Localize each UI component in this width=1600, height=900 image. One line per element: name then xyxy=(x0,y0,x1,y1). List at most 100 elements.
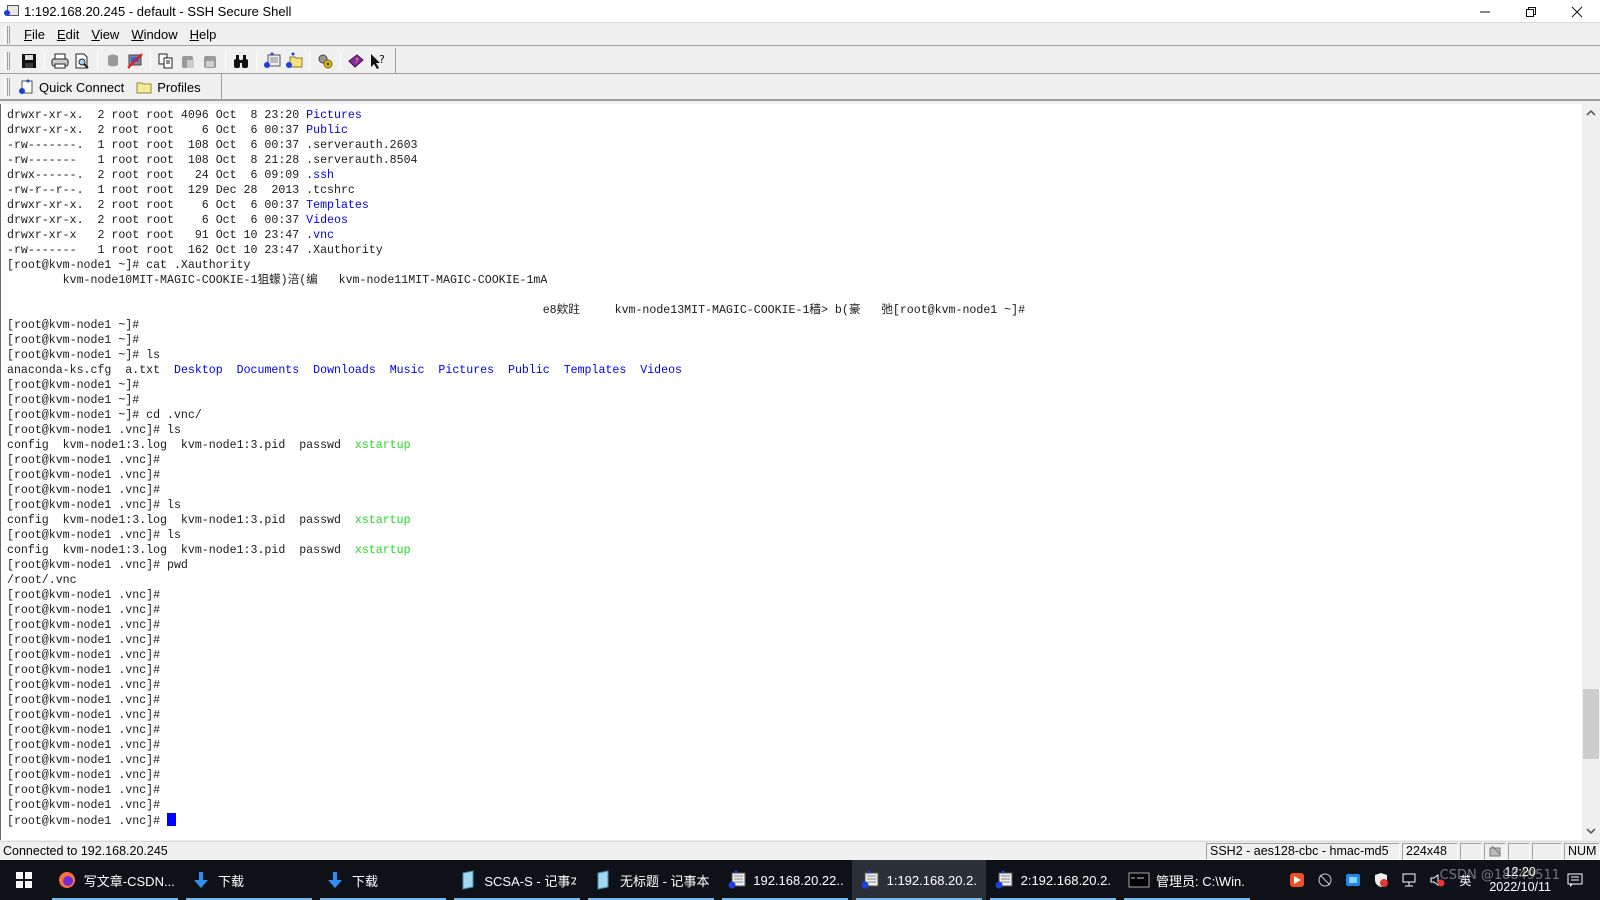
settings-button[interactable] xyxy=(314,50,336,72)
context-help-button[interactable]: ? xyxy=(367,50,389,72)
firewall-warning-icon[interactable] xyxy=(1370,869,1392,891)
minimize-button[interactable] xyxy=(1462,0,1508,23)
notifications-button[interactable] xyxy=(1564,869,1586,891)
terminal-blue-text: Documents xyxy=(236,364,300,377)
paste-button[interactable] xyxy=(177,50,199,72)
taskbar-item[interactable]: 无标题 - 记事本 xyxy=(584,860,718,900)
restore-button[interactable] xyxy=(1508,0,1554,23)
terminal-line: [root@kvm-node1 .vnc]# xyxy=(7,738,1025,753)
volume-muted-icon[interactable] xyxy=(1426,869,1448,891)
taskbar-item-label: 192.168.20.22... xyxy=(753,872,844,888)
restore-icon xyxy=(1526,6,1536,17)
app-tray-icon[interactable] xyxy=(1286,869,1308,891)
terminal-text: [root@kvm-node1 ~]# ls xyxy=(7,349,161,362)
new-file-transfer-button[interactable] xyxy=(283,50,305,72)
system-tray: 英 12:20 2022/10/11 xyxy=(1283,860,1600,900)
notepad-icon xyxy=(592,869,614,891)
terminal-line: [root@kvm-node1 .vnc]# xyxy=(7,633,1025,648)
taskbar-item[interactable]: 管理员: C:\Win... xyxy=(1120,860,1254,900)
quick-connect-button[interactable]: Quick Connect xyxy=(18,79,124,95)
disconnect-button[interactable] xyxy=(124,50,146,72)
vertical-scrollbar[interactable] xyxy=(1582,104,1600,840)
terminal-text: [root@kvm-node1 .vnc]# xyxy=(7,649,161,662)
key-status xyxy=(1484,842,1506,860)
terminal-line: [root@kvm-node1 ~]# ls xyxy=(7,348,1025,363)
network-icon[interactable] xyxy=(1398,869,1420,891)
terminal-line: drwxr-xr-x. 2 root root 6 Oct 6 00:37 Pu… xyxy=(7,123,1025,138)
taskbar-item[interactable]: 写文章-CSDN... xyxy=(48,860,182,900)
terminal-line: -rw-------. 1 root root 108 Oct 6 00:37 … xyxy=(7,138,1025,153)
new-terminal-button[interactable] xyxy=(261,50,283,72)
terminal-blue-text: Downloads xyxy=(313,364,376,377)
terminal-text: drwx------. 2 root root 24 Oct 6 09:09 xyxy=(7,169,307,182)
taskbar-item[interactable]: 下载 xyxy=(316,860,450,900)
terminal-text: [root@kvm-node1 ~]# xyxy=(7,319,140,332)
terminal-text: kvm-node10MIT-MAGIC-COOKIE-1狙蠓)涪(编 kvm-n… xyxy=(7,274,548,287)
terminal-text: [root@kvm-node1 .vnc]# ls xyxy=(7,529,181,542)
scroll-up-button[interactable] xyxy=(1582,104,1600,122)
copy-button[interactable] xyxy=(155,50,177,72)
taskbar-item[interactable]: 192.168.20.22... xyxy=(718,860,852,900)
terminal-blue-text: Music xyxy=(389,364,425,377)
menu-window[interactable]: Window xyxy=(125,27,183,42)
menu-view[interactable]: View xyxy=(85,27,125,42)
taskbar-item[interactable]: 1:192.168.20.2... xyxy=(852,860,986,900)
terminal-line: [root@kvm-node1 .vnc]# xyxy=(7,663,1025,678)
terminal-text: [root@kvm-node1 .vnc]# xyxy=(7,799,161,812)
minimize-icon xyxy=(1480,11,1490,12)
toolbar-grip[interactable] xyxy=(4,51,10,70)
taskbar-item[interactable]: SCSA-S - 记事本 xyxy=(450,860,584,900)
profiles-button[interactable]: Profiles xyxy=(136,79,201,95)
close-button[interactable] xyxy=(1554,0,1600,23)
menu-file[interactable]: File xyxy=(18,27,51,42)
terminal-text: e8欸跓 kvm-node13MIT-MAGIC-COOKIE-1穑> b(豪 … xyxy=(7,304,1026,317)
terminal-text: -rw-------. 1 root root 108 Oct 6 00:37 … xyxy=(7,139,418,152)
security-app-icon[interactable] xyxy=(1342,869,1364,891)
menu-help[interactable]: Help xyxy=(184,27,223,42)
print-preview-button[interactable] xyxy=(71,50,93,72)
toolbar-separator xyxy=(150,51,151,70)
start-button[interactable] xyxy=(0,860,48,900)
scrollbar-thumb[interactable] xyxy=(1583,689,1599,759)
terminal-area[interactable]: drwxr-xr-x. 2 root root 4096 Oct 8 23:20… xyxy=(0,104,1586,840)
save-button[interactable] xyxy=(18,50,40,72)
help-button[interactable]: ? xyxy=(345,50,367,72)
taskbar-item[interactable]: 下载 xyxy=(182,860,316,900)
terminal-line: anaconda-ks.cfg a.txt Desktop Documents … xyxy=(7,363,1025,378)
taskbar: 写文章-CSDN... 下载 下载 SCSA-S - 记事本 无标题 - 记事本 192.… xyxy=(0,860,1600,900)
quickbar-grip[interactable] xyxy=(4,78,10,96)
terminal-line: -rw-r--r--. 1 root root 129 Dec 28 2013 … xyxy=(7,183,1025,198)
scroll-down-button[interactable] xyxy=(1582,822,1600,840)
terminal-line: [root@kvm-node1 .vnc]# xyxy=(7,603,1025,618)
taskbar-item-label: 写文章-CSDN... xyxy=(83,873,174,889)
num-lock-indicator: NUM xyxy=(1564,842,1600,860)
paste-disabled-button[interactable] xyxy=(199,50,221,72)
terminal-text: [root@kvm-node1 ~]# xyxy=(7,334,140,347)
network-activity-icon[interactable] xyxy=(1314,869,1336,891)
ime-indicator[interactable]: 英 xyxy=(1454,869,1476,891)
clock[interactable]: 12:20 2022/10/11 xyxy=(1479,865,1561,895)
terminal-line: config kvm-node1:3.log kvm-node1:3.pid p… xyxy=(7,543,1025,558)
context-help-icon: ? xyxy=(371,53,385,69)
terminal-line: -rw------- 1 root root 162 Oct 10 23:47 … xyxy=(7,243,1025,258)
save-icon xyxy=(22,53,36,68)
taskbar-item[interactable]: 2:192.168.20.2... xyxy=(986,860,1120,900)
cipher-info: SSH2 - aes128-cbc - hmac-md5 xyxy=(1206,842,1400,860)
terminal-text: [root@kvm-node1 .vnc]# xyxy=(7,769,161,782)
connect-button[interactable] xyxy=(102,50,124,72)
menu-edit[interactable]: Edit xyxy=(51,27,85,42)
terminal-line: drwxr-xr-x. 2 root root 4096 Oct 8 23:20… xyxy=(7,108,1025,123)
toolbar-separator xyxy=(256,51,257,70)
find-button[interactable] xyxy=(230,50,252,72)
terminal-line: [root@kvm-node1 ~]# xyxy=(7,378,1025,393)
chevron-down-icon xyxy=(1586,828,1596,834)
copy-icon xyxy=(158,53,173,68)
terminal-line: -rw------- 1 root root 108 Oct 8 21:28 .… xyxy=(7,153,1025,168)
print-button[interactable] xyxy=(49,50,71,72)
terminal-cursor xyxy=(167,813,177,826)
terminal-line: [root@kvm-node1 .vnc]# ls xyxy=(7,528,1025,543)
menubar-grip[interactable] xyxy=(4,25,10,44)
terminal-line: [root@kvm-node1 .vnc]# xyxy=(7,813,1025,828)
